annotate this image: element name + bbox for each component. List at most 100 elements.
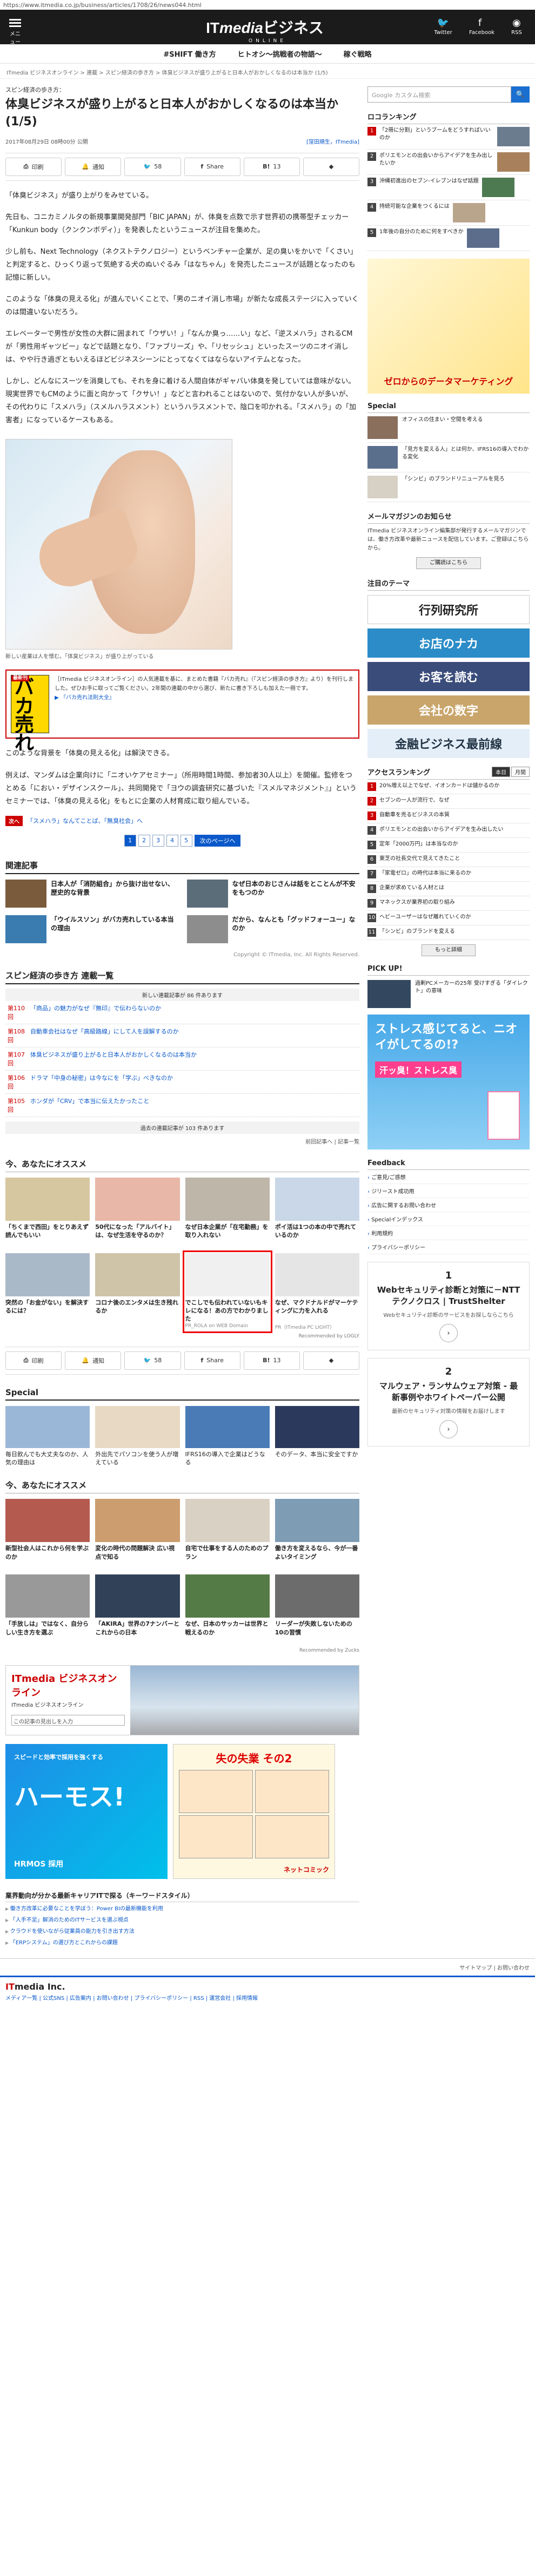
- feedback-link[interactable]: 利用規約: [367, 1226, 530, 1240]
- special-item[interactable]: 外出先でパソコンを使う人が増えている: [95, 1405, 180, 1467]
- feedback-link[interactable]: 広告に関するお問い合わせ: [367, 1198, 530, 1212]
- twitter-link[interactable]: 🐦 Twitter: [432, 17, 454, 36]
- related-item[interactable]: 「ウイルスソン」がバカ売れしている本当の理由: [5, 915, 178, 943]
- book-promo[interactable]: 最新刊 バカ売れ ［ITmedia ビジネスオンライン］の人気連載を基に、まとめ…: [5, 670, 359, 753]
- recommend-card[interactable]: 変化の時代の問題解決 広い視点で知る: [95, 1499, 180, 1569]
- recommend-card[interactable]: 「手放しは」ではなく、自分らしい生き方を選ぶ: [5, 1574, 90, 1645]
- related-item[interactable]: だから、なんとも「グッドフォーユー」なのか: [186, 915, 360, 943]
- stress-ad[interactable]: ストレス感じてると、ニオイがしてるの!? 汗ッ臭！ストレス臭: [367, 1015, 530, 1150]
- industry-link[interactable]: 「ERPシステム」の選び方とこれからの課題: [5, 1936, 359, 1948]
- search-button[interactable]: 🔍: [511, 86, 530, 103]
- access-item[interactable]: 10 ヘビーユーザーはなぜ離れていくのか: [367, 911, 530, 925]
- menu-button[interactable]: メニュー: [8, 17, 23, 45]
- notify-button[interactable]: 🔔 通知: [65, 157, 122, 176]
- series-item[interactable]: 第110回 「商品」の魅力がなぜ『無印』で伝わらないのか: [5, 1001, 359, 1024]
- theme-banner[interactable]: 金融ビジネス最前線: [367, 729, 530, 758]
- access-item[interactable]: 5 定年「2000万円」は本当なのか: [367, 838, 530, 853]
- footer-links[interactable]: メディア一覧 | 公式SNS | 広告案内 | お問い合わせ | プライバシーポ…: [5, 1993, 530, 2002]
- access-item[interactable]: 6 東芝の社長交代で見えてきたこと: [367, 853, 530, 867]
- ranking-item[interactable]: 3 沖縄初進出のセブン-イレブンはなぜ話題: [367, 175, 530, 200]
- print-button[interactable]: ⎙ 印刷: [5, 1351, 62, 1370]
- search-input[interactable]: Google カスタム検索: [367, 86, 511, 103]
- recommend-card[interactable]: 突然の「お金がない」を解決するには？: [5, 1253, 90, 1330]
- chevron-right-icon[interactable]: ›: [439, 1324, 458, 1342]
- series-back[interactable]: 前回記事へ | 記事一覧: [5, 1137, 359, 1145]
- comic-ad[interactable]: 失の失業 その2 ネットコミック: [173, 1744, 335, 1879]
- recommend-card[interactable]: 働き方を変えるなら、今が一番よいタイミング: [275, 1499, 359, 1569]
- hatena-button[interactable]: B! 13: [243, 1351, 300, 1370]
- special-item[interactable]: IFRS16の導入で企業はどうなる: [185, 1405, 270, 1467]
- recommend-card[interactable]: コロナ後のエンタメは生き残れるか: [95, 1253, 180, 1330]
- access-item[interactable]: 3 自動車を売るビジネスの本質: [367, 809, 530, 823]
- related-item[interactable]: 日本人が「消防組合」から抜け出せない、歴史的な背景: [5, 879, 178, 908]
- recommend-card[interactable]: ポイ活は1つの本の中で売れているのか: [275, 1177, 359, 1248]
- series-recent[interactable]: 新しい連載記事が 86 件あります: [5, 988, 359, 1001]
- theme-banner[interactable]: 会社の数字: [367, 695, 530, 725]
- recommend-card[interactable]: リーダーが失敗しないための10の習慣: [275, 1574, 359, 1645]
- recommend-card[interactable]: 50代になった「アルバイト」は、なぜ生活を守るのか？: [95, 1177, 180, 1248]
- tweet-button[interactable]: 🐦 58: [124, 1351, 181, 1370]
- sidebar-special-item[interactable]: 「見方を変える人」とは何か、IFRS16の導入でわかる変化: [367, 443, 530, 472]
- sidebar-special-item[interactable]: オフィスの住まい・空間を考える: [367, 413, 530, 443]
- tweet-button[interactable]: 🐦 58: [124, 157, 181, 176]
- access-item[interactable]: 11 「シンビ」のブランドを変える: [367, 925, 530, 940]
- data-marketing-ad[interactable]: ゼロからのデータマーケティング: [367, 259, 530, 394]
- hatena-button[interactable]: B! 13: [243, 157, 300, 176]
- rss-link[interactable]: ◉ RSS: [506, 17, 527, 36]
- special-item[interactable]: そのデータ、本当に安全ですか: [275, 1405, 359, 1467]
- series-item[interactable]: 第108回 自動車会社はなぜ「高級路線」にして人を誤解するのか: [5, 1024, 359, 1047]
- access-item[interactable]: 1 20%増え以上でなぜ、イオンカードは儲かるのか: [367, 780, 530, 794]
- feedback-link[interactable]: プライバシーポリシー: [367, 1240, 530, 1254]
- chevron-right-icon[interactable]: ›: [439, 1420, 458, 1438]
- next-link[interactable]: 「スメハラ」なんてことば、「無臭社会」へ: [27, 816, 143, 825]
- theme-banner[interactable]: お店のナカ: [367, 628, 530, 658]
- recommend-card[interactable]: なぜ、マクドナルドがマーケティングに力を入れる PR（ITmedia PC LIG…: [275, 1253, 359, 1330]
- theme-banner[interactable]: お客を読む: [367, 662, 530, 691]
- feedback-link[interactable]: Specialインデックス: [367, 1212, 530, 1226]
- page-5[interactable]: 5: [180, 834, 192, 847]
- recommend-card[interactable]: 「ちくまで西田」をとりあえず読んでもいい: [5, 1177, 90, 1248]
- topic-link[interactable]: #SHIFT 働き方: [163, 49, 216, 59]
- powered-by[interactable]: Recommended by Zucks: [5, 1648, 359, 1653]
- facebook-link[interactable]: f Facebook: [469, 17, 494, 36]
- recommend-card-highlighted[interactable]: でこしでも伝われていないもキレになる！あの方でわかりました PR_ROLA on …: [182, 1250, 272, 1333]
- site-logo[interactable]: ITmediaビジネス ONLINE: [88, 16, 447, 44]
- pocket-button[interactable]: ◆: [303, 157, 360, 176]
- page-1[interactable]: 1: [124, 834, 136, 847]
- fb-share-button[interactable]: f Share: [184, 1351, 240, 1370]
- recommend-card[interactable]: 新型社会人はこれから何を学ぶのか: [5, 1499, 90, 1569]
- access-item[interactable]: 4 ポリエモンとの出会いからアイデアを生み出したい: [367, 823, 530, 838]
- theme-banner[interactable]: 行列研究所: [367, 595, 530, 624]
- industry-link[interactable]: 働き方改革に必要なことを学ぼう：Power BIの最新機能を利用: [5, 1902, 359, 1914]
- access-more-button[interactable]: もっと詳細: [422, 944, 476, 956]
- tab-monthly[interactable]: 月間: [511, 767, 530, 777]
- related-item[interactable]: なぜ日本のおじさんは話をとことんが不安をもつのか: [186, 879, 360, 908]
- topic-link[interactable]: ヒトオシ～挑戦者の物語～: [238, 49, 322, 59]
- harmos-ad[interactable]: スピードと効率で採用を強くする ハーモス! HRMOS 採用: [5, 1744, 168, 1879]
- tab-today[interactable]: 本日: [492, 767, 510, 777]
- pocket-button[interactable]: ◆: [303, 1351, 360, 1370]
- sponsored-link[interactable]: 2 マルウェア・ランサムウェア対策 - 最新事例やホワイトペーパー公開 最新のセ…: [367, 1358, 530, 1446]
- footer-sitemap[interactable]: サイトマップ | お問い合わせ: [0, 1958, 535, 1976]
- series-item[interactable]: 第105回 ホンダが「CRV」で本当に伝えたかったこと: [5, 1094, 359, 1117]
- series-label[interactable]: スピン経済の歩き方：: [5, 85, 359, 94]
- mm-subscribe-button[interactable]: ご購読はこちら: [416, 557, 481, 569]
- page-3[interactable]: 3: [152, 834, 164, 847]
- site-search-banner[interactable]: ITmedia ビジネスオンライン ITmedia ビジネスオンライン この記事…: [5, 1665, 359, 1736]
- feedback-link[interactable]: ご意見/ご感想: [367, 1170, 530, 1184]
- notify-button[interactable]: 🔔 通知: [65, 1351, 122, 1370]
- banner-search-input[interactable]: この記事の見出しを入力: [11, 1715, 125, 1726]
- recommend-card[interactable]: なぜ日本企業が「在宅勤務」を取り入れない: [185, 1177, 270, 1248]
- ranking-item[interactable]: 5 1年後の自分のために何をすべきか: [367, 226, 530, 251]
- ranking-item[interactable]: 1 「2冊に分割」というブームをどうすればいいのか: [367, 124, 530, 150]
- powered-by[interactable]: Recommended by LOGLY: [5, 1334, 359, 1339]
- recommend-card[interactable]: 自宅で仕事をする人のためのプラン: [185, 1499, 270, 1569]
- page-2[interactable]: 2: [138, 834, 150, 847]
- series-item[interactable]: 第107回 体臭ビジネスが盛り上がると日本人がおかしくなるのは本当か: [5, 1047, 359, 1071]
- access-item[interactable]: 9 マネックスが業界初の取り組み: [367, 896, 530, 911]
- byline-link[interactable]: [窪田順生，ITmedia]: [306, 139, 359, 145]
- industry-link[interactable]: クラウドを使いながら従業員の能力を引き出す方法: [5, 1925, 359, 1936]
- industry-link[interactable]: 「人手不足」解消のためのITサービスを選ぶ視点: [5, 1914, 359, 1925]
- promo-link[interactable]: ▶ 『バカ売れ法則大全』: [55, 695, 115, 701]
- sponsored-link[interactable]: 1 Webセキュリティ診断と対策に－NTTテクノクロス | TrustShelt…: [367, 1262, 530, 1350]
